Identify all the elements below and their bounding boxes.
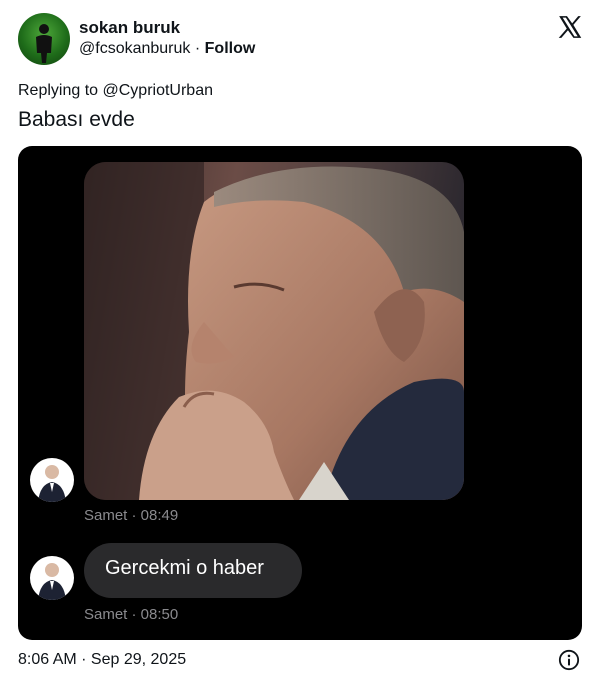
chat-photo[interactable] bbox=[84, 162, 464, 500]
follow-button[interactable]: Follow bbox=[205, 40, 256, 57]
info-icon[interactable] bbox=[558, 649, 580, 671]
author-avatar[interactable] bbox=[18, 13, 70, 65]
sender-avatar-image bbox=[38, 465, 66, 502]
author-handle-row: @fcsokanburuk · Follow bbox=[79, 40, 255, 58]
sender-avatar-image bbox=[38, 563, 66, 600]
tweet-text: Babası evde bbox=[18, 108, 135, 131]
author-name[interactable]: sokan buruk bbox=[79, 18, 180, 38]
man-face-photo bbox=[84, 162, 464, 500]
separator: · bbox=[194, 40, 201, 57]
message-meta: Samet · 08:49 bbox=[84, 507, 179, 524]
message-bubble[interactable]: Gercekmi o haber bbox=[84, 543, 302, 598]
message-meta: Samet · 08:50 bbox=[84, 606, 179, 623]
person-silhouette-icon bbox=[36, 24, 52, 63]
x-logo-icon[interactable] bbox=[557, 14, 583, 40]
replying-prefix: Replying to bbox=[18, 82, 99, 99]
sender-avatar[interactable] bbox=[30, 556, 74, 600]
replying-to: Replying to @CypriotUrban bbox=[18, 82, 213, 100]
replying-handle[interactable]: @CypriotUrban bbox=[103, 82, 214, 99]
tweet-timestamp[interactable]: 8:06 AM · Sep 29, 2025 bbox=[18, 651, 186, 669]
sender-avatar[interactable] bbox=[30, 458, 74, 502]
tweet-media[interactable]: Samet · 08:49 Gercekmi o haber Samet · 0… bbox=[18, 146, 582, 640]
author-handle[interactable]: @fcsokanburuk bbox=[79, 40, 190, 57]
